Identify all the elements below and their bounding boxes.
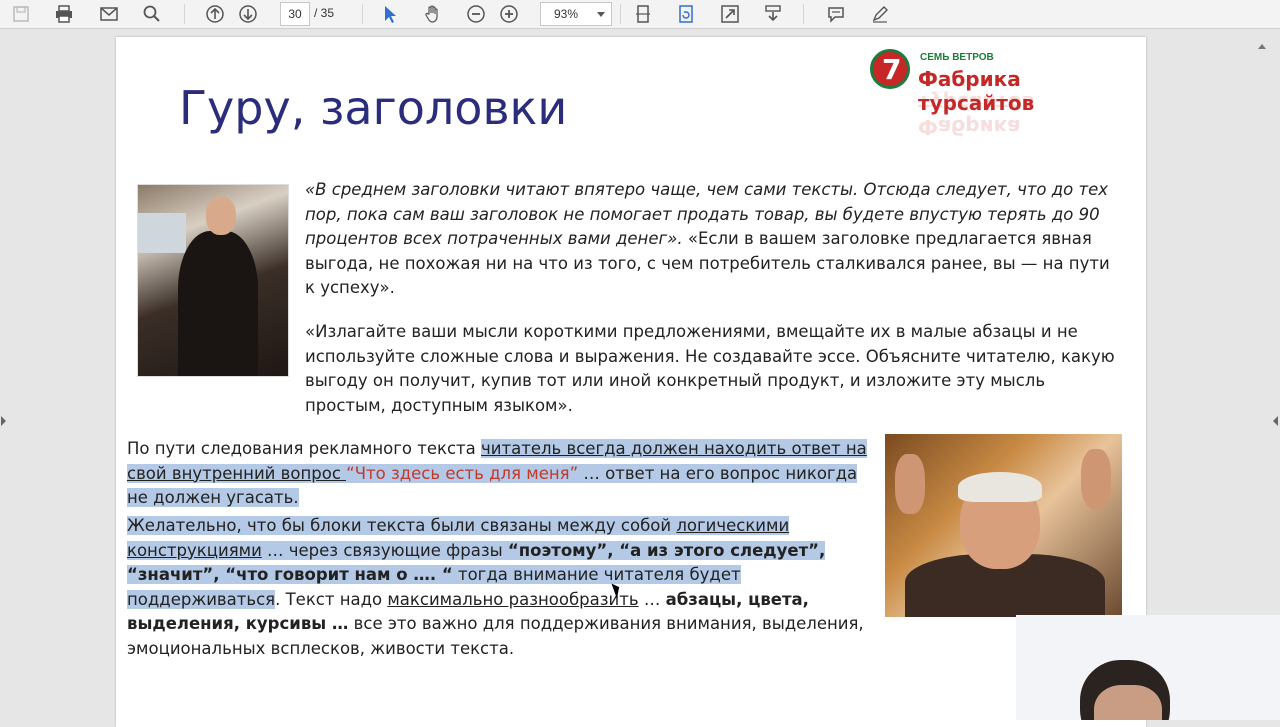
rotate-icon[interactable] [673,2,699,26]
save-icon[interactable] [8,2,34,26]
pdf-page: Гуру, заголовки 7 СЕМЬ ВЕТРОВ Фабрика ту… [116,37,1146,727]
slide-title: Гуру, заголовки [179,81,568,135]
read-mode-icon[interactable] [760,2,786,26]
zoom-in-icon[interactable] [496,2,522,26]
mail-icon[interactable] [96,2,122,26]
company-logo: 7 СЕМЬ ВЕТРОВ Фабрика турсайтов Фабрика … [870,47,1140,139]
pen-icon[interactable] [867,2,893,26]
left-panel-handle[interactable] [1,416,6,426]
scroll-up-arrow[interactable] [1258,44,1266,49]
logo-seven-icon: 7 [870,49,910,89]
comment-icon[interactable] [823,2,849,26]
webcam-overlay [1016,615,1280,720]
paragraph-reader-question: По пути следования рекламного текста чит… [127,439,867,507]
print-icon[interactable] [51,2,77,26]
next-page-icon[interactable] [235,2,261,26]
search-icon[interactable] [139,2,165,26]
paragraph-logical-blocks: Желательно, что бы блоки текста были свя… [127,516,864,658]
chevron-down-icon [597,12,605,17]
laughing-man-photo [885,434,1122,617]
page-number-input[interactable]: 30 [280,2,310,26]
zoom-select[interactable]: 93% [540,2,612,26]
page-total-label: / 35 [314,6,335,20]
fullscreen-icon[interactable] [717,2,743,26]
zoom-value: 93% [554,7,579,21]
fit-page-icon[interactable] [630,2,656,26]
logo-small-text: СЕМЬ ВЕТРОВ [920,52,994,63]
prev-page-icon[interactable] [202,2,228,26]
logo-reflection: Фабрика турсайтов [918,91,1035,139]
hand-tool-icon[interactable] [420,2,446,26]
quote-headlines: «В среднем заголовки читают впятеро чаще… [305,178,1120,301]
select-tool-icon[interactable] [377,2,403,26]
guru-photo [137,184,289,377]
pdf-toolbar: 30 / 35 93% [0,0,1280,29]
right-panel-handle[interactable] [1273,416,1278,426]
zoom-out-icon[interactable] [463,2,489,26]
quote-short-sentences: «Излагайте ваши мысли короткими предложе… [305,322,1115,415]
